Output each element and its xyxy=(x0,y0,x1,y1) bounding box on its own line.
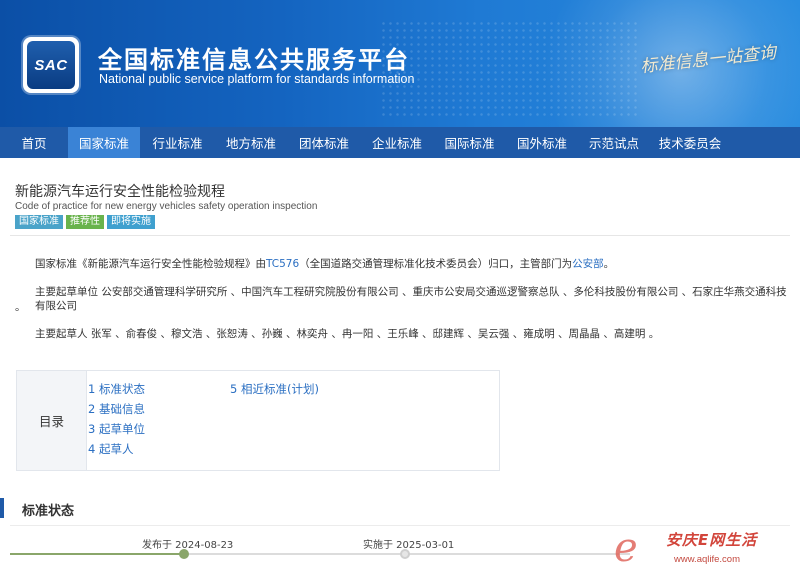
site-watermark: e 安庆E网生活 www.aqlife.com xyxy=(606,523,800,574)
standard-badges: 国家标准 推荐性 即将实施 xyxy=(15,215,155,229)
site-subtitle: National public service platform for sta… xyxy=(99,72,415,86)
description-governance: 国家标准《新能源汽车运行安全性能检验规程》由TC576（全国道路交通管理标准化技… xyxy=(35,257,785,271)
toc-item-drafting-units[interactable]: 3 起草单位 xyxy=(88,419,145,439)
toc-column-2: 5 相近标准(计划) xyxy=(230,379,319,399)
toc-item-status[interactable]: 1 标准状态 xyxy=(88,379,145,399)
nav-item-group-standard[interactable]: 团体标准 xyxy=(287,127,361,158)
drafting-units-tail: 。 xyxy=(15,301,26,313)
ministry-link[interactable]: 公安部 xyxy=(572,258,604,270)
nav-item-home[interactable]: 首页 xyxy=(0,127,68,158)
badge-upcoming: 即将实施 xyxy=(107,215,155,229)
sac-logo-text: SAC xyxy=(27,41,75,89)
nav-item-international-standard[interactable]: 国际标准 xyxy=(433,127,506,158)
toc-item-basic-info[interactable]: 2 基础信息 xyxy=(88,399,145,419)
nav-item-local-standard[interactable]: 地方标准 xyxy=(215,127,287,158)
toc-label: 目录 xyxy=(17,371,87,470)
implemented-dot xyxy=(400,549,410,559)
toc-item-drafters[interactable]: 4 起草人 xyxy=(88,439,145,459)
status-section-title: 标准状态 xyxy=(22,504,75,519)
banner-world-map-pattern xyxy=(380,20,640,120)
standard-title: 新能源汽车运行安全性能检验规程 xyxy=(15,184,225,200)
published-date: 发布于 2024-08-23 xyxy=(142,540,234,551)
tc576-link[interactable]: TC576 xyxy=(266,258,299,270)
nav-item-enterprise-standard[interactable]: 企业标准 xyxy=(361,127,433,158)
nav-item-pilot[interactable]: 示范试点 xyxy=(578,127,650,158)
nav-item-industry-standard[interactable]: 行业标准 xyxy=(140,127,215,158)
title-divider xyxy=(10,235,790,236)
watermark-text: 安庆E网生活 xyxy=(666,531,758,549)
toc-item-related-standards[interactable]: 5 相近标准(计划) xyxy=(230,379,319,399)
header-banner: SAC 全国标准信息公共服务平台 National public service… xyxy=(0,0,800,127)
toc-column-1: 1 标准状态 2 基础信息 3 起草单位 4 起草人 xyxy=(88,379,145,459)
timeline-progress xyxy=(10,553,184,555)
watermark-url: www.aqlife.com xyxy=(674,554,740,565)
governance-text-a: 国家标准《新能源汽车运行安全性能检验规程》由 xyxy=(35,258,266,270)
watermark-e-mark: e xyxy=(614,525,638,571)
nav-item-foreign-standard[interactable]: 国外标准 xyxy=(506,127,578,158)
site-title: 全国标准信息公共服务平台 xyxy=(98,46,410,74)
nav-item-technical-committee[interactable]: 技术委员会 xyxy=(650,127,730,158)
governance-text-b: （全国道路交通管理标准化技术委员会）归口，主管部门为 xyxy=(299,258,573,270)
badge-recommended: 推荐性 xyxy=(66,215,104,229)
published-dot xyxy=(179,549,189,559)
section-accent-bar xyxy=(0,498,4,518)
sac-logo[interactable]: SAC xyxy=(23,37,79,93)
governance-text-c: 。 xyxy=(603,258,615,270)
implemented-date: 实施于 2025-03-01 xyxy=(363,540,455,551)
drafters: 主要起草人 张军 、俞春俊 、穆文浩 、张恕涛 、孙巍 、林奕舟 、冉一阳 、王… xyxy=(35,328,660,340)
badge-national: 国家标准 xyxy=(15,215,63,229)
nav-item-national-standard[interactable]: 国家标准 xyxy=(68,127,140,158)
standard-title-en: Code of practice for new energy vehicles… xyxy=(15,201,318,212)
main-nav: 首页 国家标准 行业标准 地方标准 团体标准 企业标准 国际标准 国外标准 示范… xyxy=(0,127,800,158)
drafting-units-text: 主要起草单位 公安部交通管理科学研究所 、中国汽车工程研究院股份有限公司 、重庆… xyxy=(35,286,787,312)
drafting-units: 主要起草单位 公安部交通管理科学研究所 、中国汽车工程研究院股份有限公司 、重庆… xyxy=(35,285,790,313)
